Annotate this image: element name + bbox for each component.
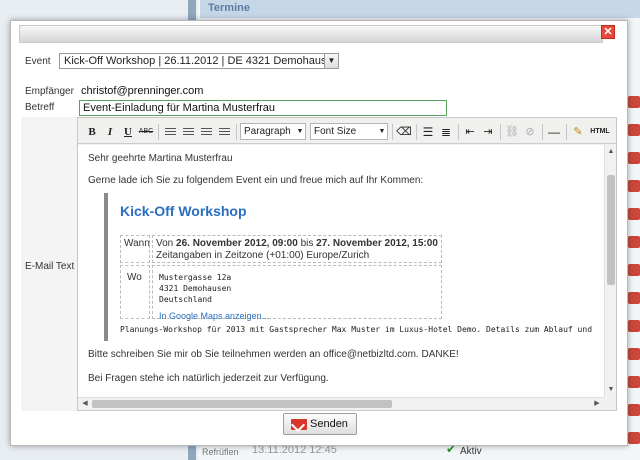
toolbar-separator [236, 124, 237, 140]
greeting-text: Sehr geehrte Martina Musterfrau [88, 153, 233, 164]
when-to: 27. November 2012, 15:00 [316, 238, 438, 249]
subject-input[interactable] [79, 100, 447, 116]
bold-button[interactable]: B [84, 124, 100, 140]
paragraph-format-select[interactable]: Paragraph ▼ [240, 123, 306, 140]
rich-text-editor: B I U ABC Paragraph ▼ Font Size ▼ ⌫ ☰ ≣ [77, 117, 617, 411]
align-left-icon[interactable] [162, 124, 178, 140]
where-label: Wo [120, 265, 150, 319]
timezone-text: Zeitangaben in Zeitzone (+01:00) Europe/… [156, 250, 370, 261]
background-row-status: Aktiv [460, 446, 482, 457]
horizontal-scroll-thumb[interactable] [92, 400, 392, 408]
row-delete-icon[interactable] [628, 404, 640, 416]
align-center-icon[interactable] [180, 124, 196, 140]
address-street: Mustergasse 12a [159, 273, 232, 282]
strikethrough-button[interactable]: ABC [138, 124, 154, 140]
outdent-icon[interactable]: ⇤ [462, 124, 478, 140]
scroll-up-icon[interactable]: ▲ [606, 147, 616, 157]
row-delete-icon[interactable] [628, 236, 640, 248]
subject-label: Betreff [25, 102, 55, 113]
mail-icon [291, 419, 307, 430]
editor-content[interactable]: Sehr geehrte Martina Musterfrau Gerne la… [78, 145, 604, 397]
address-city: 4321 Demohausen [159, 284, 232, 293]
row-delete-icon[interactable] [628, 152, 640, 164]
chevron-down-icon[interactable]: ▼ [324, 54, 338, 68]
align-justify-icon[interactable] [216, 124, 232, 140]
vertical-scroll-thumb[interactable] [607, 175, 615, 285]
horizontal-scrollbar[interactable]: ◀ ▶ [78, 397, 604, 409]
chevron-down-icon: ▼ [296, 128, 304, 135]
editor-toolbar: B I U ABC Paragraph ▼ Font Size ▼ ⌫ ☰ ≣ [78, 118, 616, 144]
close-icon[interactable]: ✕ [601, 25, 615, 39]
event-title: Kick-Off Workshop [120, 203, 247, 219]
html-source-button[interactable]: HTML [588, 124, 612, 140]
body-label: E-Mail Text [25, 261, 75, 272]
row-delete-icon[interactable] [628, 348, 640, 360]
closing-text: Bei Fragen stehe ich natürlich jederzeit… [88, 373, 329, 384]
send-invitation-dialog: ✕ Event Kick-Off Workshop | 26.11.2012 |… [10, 20, 628, 446]
row-delete-icon[interactable] [628, 376, 640, 388]
cleanup-brush-icon[interactable]: ✎ [570, 124, 586, 140]
row-delete-icon[interactable] [628, 208, 640, 220]
toolbar-separator [566, 124, 567, 140]
chevron-down-icon: ▼ [378, 128, 386, 135]
font-size-select[interactable]: Font Size ▼ [310, 123, 388, 140]
when-label: Wann [120, 235, 150, 263]
bullet-list-icon[interactable]: ☰ [420, 124, 436, 140]
toolbar-separator [416, 124, 417, 140]
scroll-left-icon[interactable]: ◀ [80, 399, 90, 409]
background-header: Termine [200, 0, 640, 18]
row-delete-icon[interactable] [628, 264, 640, 276]
eraser-icon[interactable]: ⌫ [396, 124, 412, 140]
when-to-word: bis [300, 238, 314, 249]
scroll-down-icon[interactable]: ▼ [606, 385, 616, 395]
when-from: 26. November 2012, 09:00 [176, 238, 298, 249]
event-description: Planungs-Workshop für 2013 mit Gastsprec… [120, 325, 593, 334]
horizontal-rule-icon[interactable]: — [546, 124, 562, 140]
toolbar-separator [392, 124, 393, 140]
paragraph-format-value: Paragraph [244, 126, 291, 137]
numbered-list-icon[interactable]: ≣ [438, 124, 454, 140]
row-delete-icon[interactable] [628, 292, 640, 304]
unlink-icon[interactable]: ⊘ [522, 124, 538, 140]
link-icon[interactable]: ⛓ [504, 124, 520, 140]
background-row-label: Refrüflen [202, 447, 239, 457]
send-button-label: Senden [310, 418, 348, 430]
indent-icon[interactable]: ⇥ [480, 124, 496, 140]
reply-text: Bitte schreiben Sie mir ob Sie teilnehme… [88, 349, 459, 360]
event-select[interactable]: Kick-Off Workshop | 26.11.2012 | DE 4321… [59, 53, 339, 69]
toolbar-separator [542, 124, 543, 140]
toolbar-separator [458, 124, 459, 140]
vertical-scrollbar[interactable]: ▲ ▼ [604, 145, 616, 397]
align-right-icon[interactable] [198, 124, 214, 140]
scroll-right-icon[interactable]: ▶ [592, 399, 602, 409]
underline-button[interactable]: U [120, 124, 136, 140]
when-prefix: Von [156, 238, 174, 249]
row-delete-icon[interactable] [628, 124, 640, 136]
event-block: Kick-Off Workshop Wann Von 26. November … [104, 193, 604, 341]
event-select-value: Kick-Off Workshop | 26.11.2012 | DE 4321… [64, 55, 339, 67]
send-button[interactable]: Senden [283, 413, 357, 435]
dialog-titlebar[interactable] [19, 25, 603, 43]
event-label: Event [25, 56, 51, 67]
row-delete-icon[interactable] [628, 96, 640, 108]
toolbar-separator [500, 124, 501, 140]
recipient-value: christof@prenninger.com [81, 85, 204, 97]
italic-button[interactable]: I [102, 124, 118, 140]
address: Mustergasse 12a 4321 Demohausen Deutschl… [152, 265, 442, 322]
when-value: Von 26. November 2012, 09:00 bis 27. Nov… [152, 235, 442, 263]
toolbar-separator [158, 124, 159, 140]
recipient-label: Empfänger [25, 86, 74, 97]
font-size-value: Font Size [314, 126, 357, 137]
google-maps-link[interactable]: In Google Maps anzeigen... [159, 311, 435, 322]
row-delete-icon[interactable] [628, 180, 640, 192]
row-delete-icon[interactable] [628, 320, 640, 332]
intro-text: Gerne lade ich Sie zu folgendem Event ei… [88, 175, 424, 186]
address-country: Deutschland [159, 295, 212, 304]
